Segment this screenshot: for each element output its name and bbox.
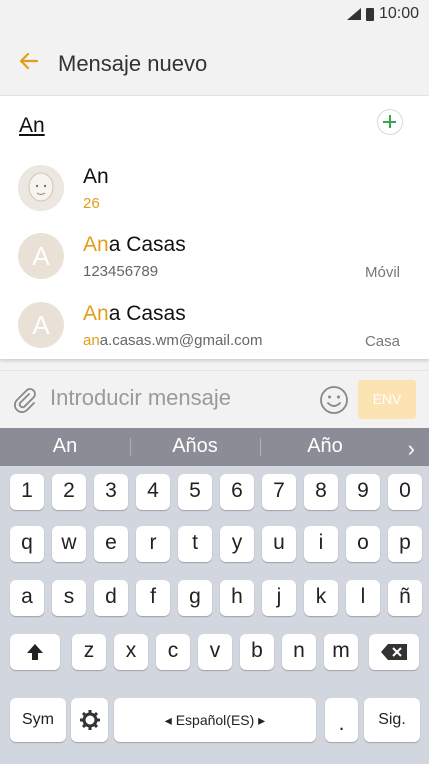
key[interactable]: c (156, 634, 190, 670)
keyboard: 1 2 3 4 5 6 7 8 9 0 q w e r t y u i o p … (0, 466, 429, 764)
contact-name: Ana Casas (83, 302, 186, 325)
suggestion-item[interactable]: An 26 (0, 154, 429, 222)
contact-photo (18, 165, 64, 211)
next-key[interactable]: Sig. (364, 698, 420, 742)
contact-detail: ana.casas.wm@gmail.com (83, 332, 263, 349)
contact-name: Ana Casas (83, 233, 186, 256)
key[interactable]: x (114, 634, 148, 670)
key[interactable]: ñ (388, 580, 422, 616)
space-key[interactable]: ◂ Español(ES) ▸ (114, 698, 316, 742)
key[interactable]: l (346, 580, 380, 616)
key[interactable]: j (262, 580, 296, 616)
key[interactable]: a (10, 580, 44, 616)
key[interactable]: u (262, 526, 296, 562)
key[interactable]: z (72, 634, 106, 670)
contact-detail: 26 (83, 195, 100, 212)
message-composer: Introducir mensaje ENV (0, 370, 429, 429)
key[interactable]: m (324, 634, 358, 670)
shift-key[interactable] (10, 634, 60, 670)
key[interactable]: 7 (262, 474, 296, 510)
contact-avatar: A (18, 302, 64, 348)
battery-icon (365, 7, 374, 21)
suggestion-item[interactable]: A Ana Casas 123456789 Móvil (0, 222, 429, 290)
key[interactable]: 6 (220, 474, 254, 510)
key[interactable]: f (136, 580, 170, 616)
key[interactable]: t (178, 526, 212, 562)
key[interactable]: n (282, 634, 316, 670)
key[interactable]: i (304, 526, 338, 562)
sym-key[interactable]: Sym (10, 698, 66, 742)
key[interactable]: 9 (346, 474, 380, 510)
attach-icon[interactable] (12, 387, 38, 413)
key[interactable]: 2 (52, 474, 86, 510)
status-bar: 10:00 (0, 0, 429, 30)
contact-type: Casa (364, 333, 400, 350)
key[interactable]: v (198, 634, 232, 670)
contact-type: Móvil (364, 264, 400, 281)
prediction-item[interactable]: An (0, 435, 130, 458)
key[interactable]: 3 (94, 474, 128, 510)
recipient-input[interactable]: An (19, 114, 45, 138)
send-button[interactable]: ENV (358, 380, 416, 419)
contact-detail: 123456789 (83, 263, 159, 280)
signal-icon (346, 8, 361, 20)
period-key[interactable]: . (325, 698, 358, 742)
contact-name: An (83, 165, 109, 188)
app-bar: Mensaje nuevo (0, 30, 429, 94)
clock: 10:00 (378, 5, 419, 22)
page-title: Mensaje nuevo (58, 51, 208, 76)
contact-suggestions: An 26 A Ana Casas 123456789 Móvil A Ana … (0, 154, 429, 359)
key[interactable]: e (94, 526, 128, 562)
key[interactable]: r (136, 526, 170, 562)
back-arrow-icon[interactable] (17, 49, 41, 73)
key[interactable]: h (220, 580, 254, 616)
suggestion-item[interactable]: A Ana Casas ana.casas.wm@gmail.com Casa (0, 291, 429, 359)
add-recipient-icon[interactable] (377, 109, 403, 135)
key[interactable]: w (52, 526, 86, 562)
key[interactable]: 4 (136, 474, 170, 510)
key[interactable]: k (304, 580, 338, 616)
chevron-right-icon[interactable]: › (408, 436, 415, 462)
key[interactable]: y (220, 526, 254, 562)
gear-icon (79, 710, 100, 730)
key[interactable]: 5 (178, 474, 212, 510)
prediction-item[interactable]: Años (130, 435, 260, 458)
key[interactable]: p (388, 526, 422, 562)
key[interactable]: g (178, 580, 212, 616)
key[interactable]: d (94, 580, 128, 616)
settings-key[interactable] (71, 698, 108, 742)
contact-avatar: A (18, 233, 64, 279)
prediction-item[interactable]: Año (260, 435, 390, 458)
key[interactable]: 0 (388, 474, 422, 510)
key[interactable]: o (346, 526, 380, 562)
key[interactable]: 8 (304, 474, 338, 510)
recipient-field[interactable]: An (0, 95, 429, 155)
backspace-key[interactable] (369, 634, 419, 670)
message-input[interactable]: Introducir mensaje (50, 385, 231, 411)
key[interactable]: s (52, 580, 86, 616)
backspace-icon (381, 644, 407, 660)
emoji-icon[interactable] (319, 385, 349, 415)
prediction-bar: An Años Año › (0, 428, 429, 466)
key[interactable]: 1 (10, 474, 44, 510)
contact-photo-icon (18, 165, 64, 211)
key[interactable]: b (240, 634, 274, 670)
shift-icon (27, 644, 43, 660)
key[interactable]: q (10, 526, 44, 562)
